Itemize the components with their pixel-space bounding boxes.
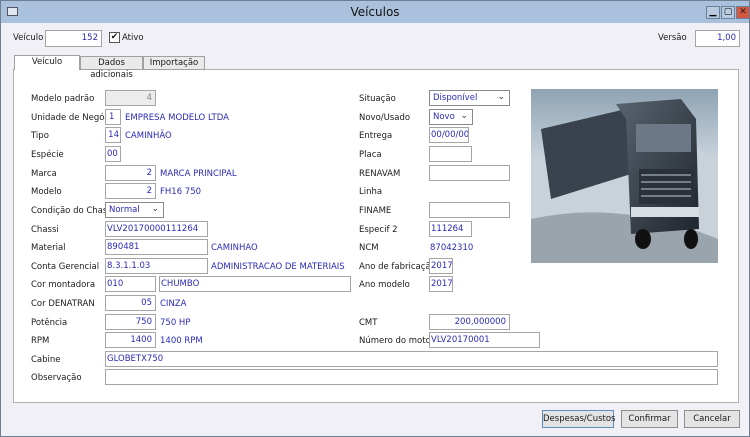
unidade-desc: EMPRESA MODELO LTDA	[125, 113, 229, 123]
close-button[interactable]: ✕	[736, 6, 750, 19]
rpm-label: RPM	[31, 336, 50, 346]
renavam-input[interactable]	[429, 165, 510, 181]
cor-montadora-desc[interactable]: CHUMBO	[159, 276, 351, 292]
cor-denatran-input[interactable]: 05	[105, 295, 156, 311]
entrega-input[interactable]: 00/00/00	[429, 127, 469, 143]
tipo-input[interactable]: 14	[105, 127, 121, 143]
cor-denatran-desc: CINZA	[160, 299, 187, 309]
versao-label: Versão	[658, 33, 687, 43]
finame-input[interactable]	[429, 202, 510, 218]
placa-label: Placa	[359, 150, 382, 160]
potencia-input[interactable]: 750	[105, 314, 156, 330]
maximize-button[interactable]: ▢	[721, 6, 735, 19]
tipo-label: Tipo	[31, 131, 49, 141]
ncm-label: NCM	[359, 243, 379, 253]
motor-label: Número do motor	[359, 336, 435, 346]
especie-label: Espécie	[31, 150, 64, 160]
ano-modelo-input[interactable]: 2017	[429, 276, 453, 292]
veiculo-label: Veículo	[13, 33, 44, 43]
condicao-label: Condição do Chassi	[31, 206, 115, 216]
observacao-input[interactable]	[105, 369, 718, 385]
versao-input[interactable]: 1,00	[695, 30, 740, 47]
chevron-down-icon: ⌄	[151, 204, 159, 214]
window-title: Veículos	[350, 5, 400, 19]
cor-denatran-label: Cor DENATRAN	[31, 299, 95, 309]
tab-veiculo[interactable]: Veículo	[14, 55, 80, 70]
rpm-input[interactable]: 1400	[105, 332, 156, 348]
cabine-label: Cabine	[31, 355, 61, 365]
tipo-desc: CAMINHÃO	[125, 131, 172, 141]
cancelar-button[interactable]: Cancelar	[684, 410, 740, 428]
novo-usado-value: Novo	[433, 112, 455, 122]
cmt-input[interactable]: 200,000000	[429, 314, 510, 330]
ativo-label: Ativo	[122, 33, 144, 43]
despesas-custos-button[interactable]: Despesas/Custos	[542, 410, 615, 428]
novo-usado-label: Novo/Usado	[359, 113, 411, 123]
cor-montadora-input[interactable]: 010	[105, 276, 156, 292]
chassi-input[interactable]: VLV20170000111264	[105, 221, 208, 237]
renavam-label: RENAVAM	[359, 169, 401, 179]
modelo-padrao-label: Modelo padrão	[31, 94, 95, 104]
especif2-label: Especif 2	[359, 225, 398, 235]
modelo-label: Modelo	[31, 187, 62, 197]
chevron-down-icon: ⌄	[497, 92, 505, 102]
condicao-value: Normal	[109, 205, 140, 215]
ativo-checkbox[interactable]: ✔	[109, 32, 120, 43]
marca-desc: MARCA PRINCIPAL	[160, 169, 237, 179]
vehicle-photo	[531, 89, 718, 263]
linha-label: Linha	[359, 187, 383, 197]
confirmar-button[interactable]: Confirmar	[621, 410, 678, 428]
potencia-desc: 750 HP	[160, 318, 191, 328]
conta-input[interactable]: 8.3.1.1.03	[105, 258, 208, 274]
finame-label: FINAME	[359, 206, 392, 216]
motor-input[interactable]: VLV20170001	[429, 332, 540, 348]
minimize-button[interactable]: ▁	[706, 6, 720, 19]
situacao-value: Disponível	[433, 93, 478, 103]
veiculo-input[interactable]: 152	[45, 30, 102, 47]
material-label: Material	[31, 243, 66, 253]
tab-dados-adicionais[interactable]: Dados adicionais	[80, 56, 143, 80]
cmt-label: CMT	[359, 318, 378, 328]
ano-modelo-label: Ano modelo	[359, 280, 410, 290]
observacao-label: Observação	[31, 373, 82, 383]
material-desc: CAMINHAO	[211, 243, 258, 253]
conta-label: Conta Gerencial	[31, 262, 100, 272]
chevron-down-icon: ⌄	[460, 111, 468, 121]
ano-fab-label: Ano de fabricação	[359, 262, 436, 272]
especie-input[interactable]: 00	[105, 146, 121, 162]
modelo-desc: FH16 750	[160, 187, 202, 197]
title-bar: Veículos ▁ ▢ ✕	[1, 1, 750, 23]
ncm-value: 87042310	[430, 243, 474, 253]
placa-input[interactable]	[429, 146, 472, 162]
modelo-input[interactable]: 2	[105, 183, 156, 199]
novo-usado-select[interactable]: Novo ⌄	[429, 109, 473, 125]
ano-fab-input[interactable]: 2017	[429, 258, 453, 274]
situacao-label: Situação	[359, 94, 396, 104]
vehicle-window: Veículos ▁ ▢ ✕ Veículo 152 ✔ Ativo Versã…	[0, 0, 750, 437]
tab-importacao[interactable]: Importação	[143, 56, 205, 70]
conta-desc: ADMINISTRACAO DE MATERIAIS	[211, 262, 345, 272]
unidade-label: Unidade de Negócio	[31, 113, 117, 123]
material-input[interactable]: 890481	[105, 239, 208, 255]
condicao-select[interactable]: Normal ⌄	[105, 202, 164, 218]
potencia-label: Potência	[31, 318, 68, 328]
marca-input[interactable]: 2	[105, 165, 156, 181]
rpm-desc: 1400 RPM	[160, 336, 203, 346]
unidade-input[interactable]: 1	[105, 109, 121, 125]
especif2-input[interactable]: 111264	[429, 221, 472, 237]
marca-label: Marca	[31, 169, 57, 179]
modelo-padrao-input: 4	[105, 90, 156, 106]
chassi-label: Chassi	[31, 225, 59, 235]
cor-montadora-label: Cor montadora	[31, 280, 96, 290]
entrega-label: Entrega	[359, 131, 393, 141]
situacao-select[interactable]: Disponível ⌄	[429, 90, 510, 106]
cabine-input[interactable]: GLOBETX750	[105, 351, 718, 367]
